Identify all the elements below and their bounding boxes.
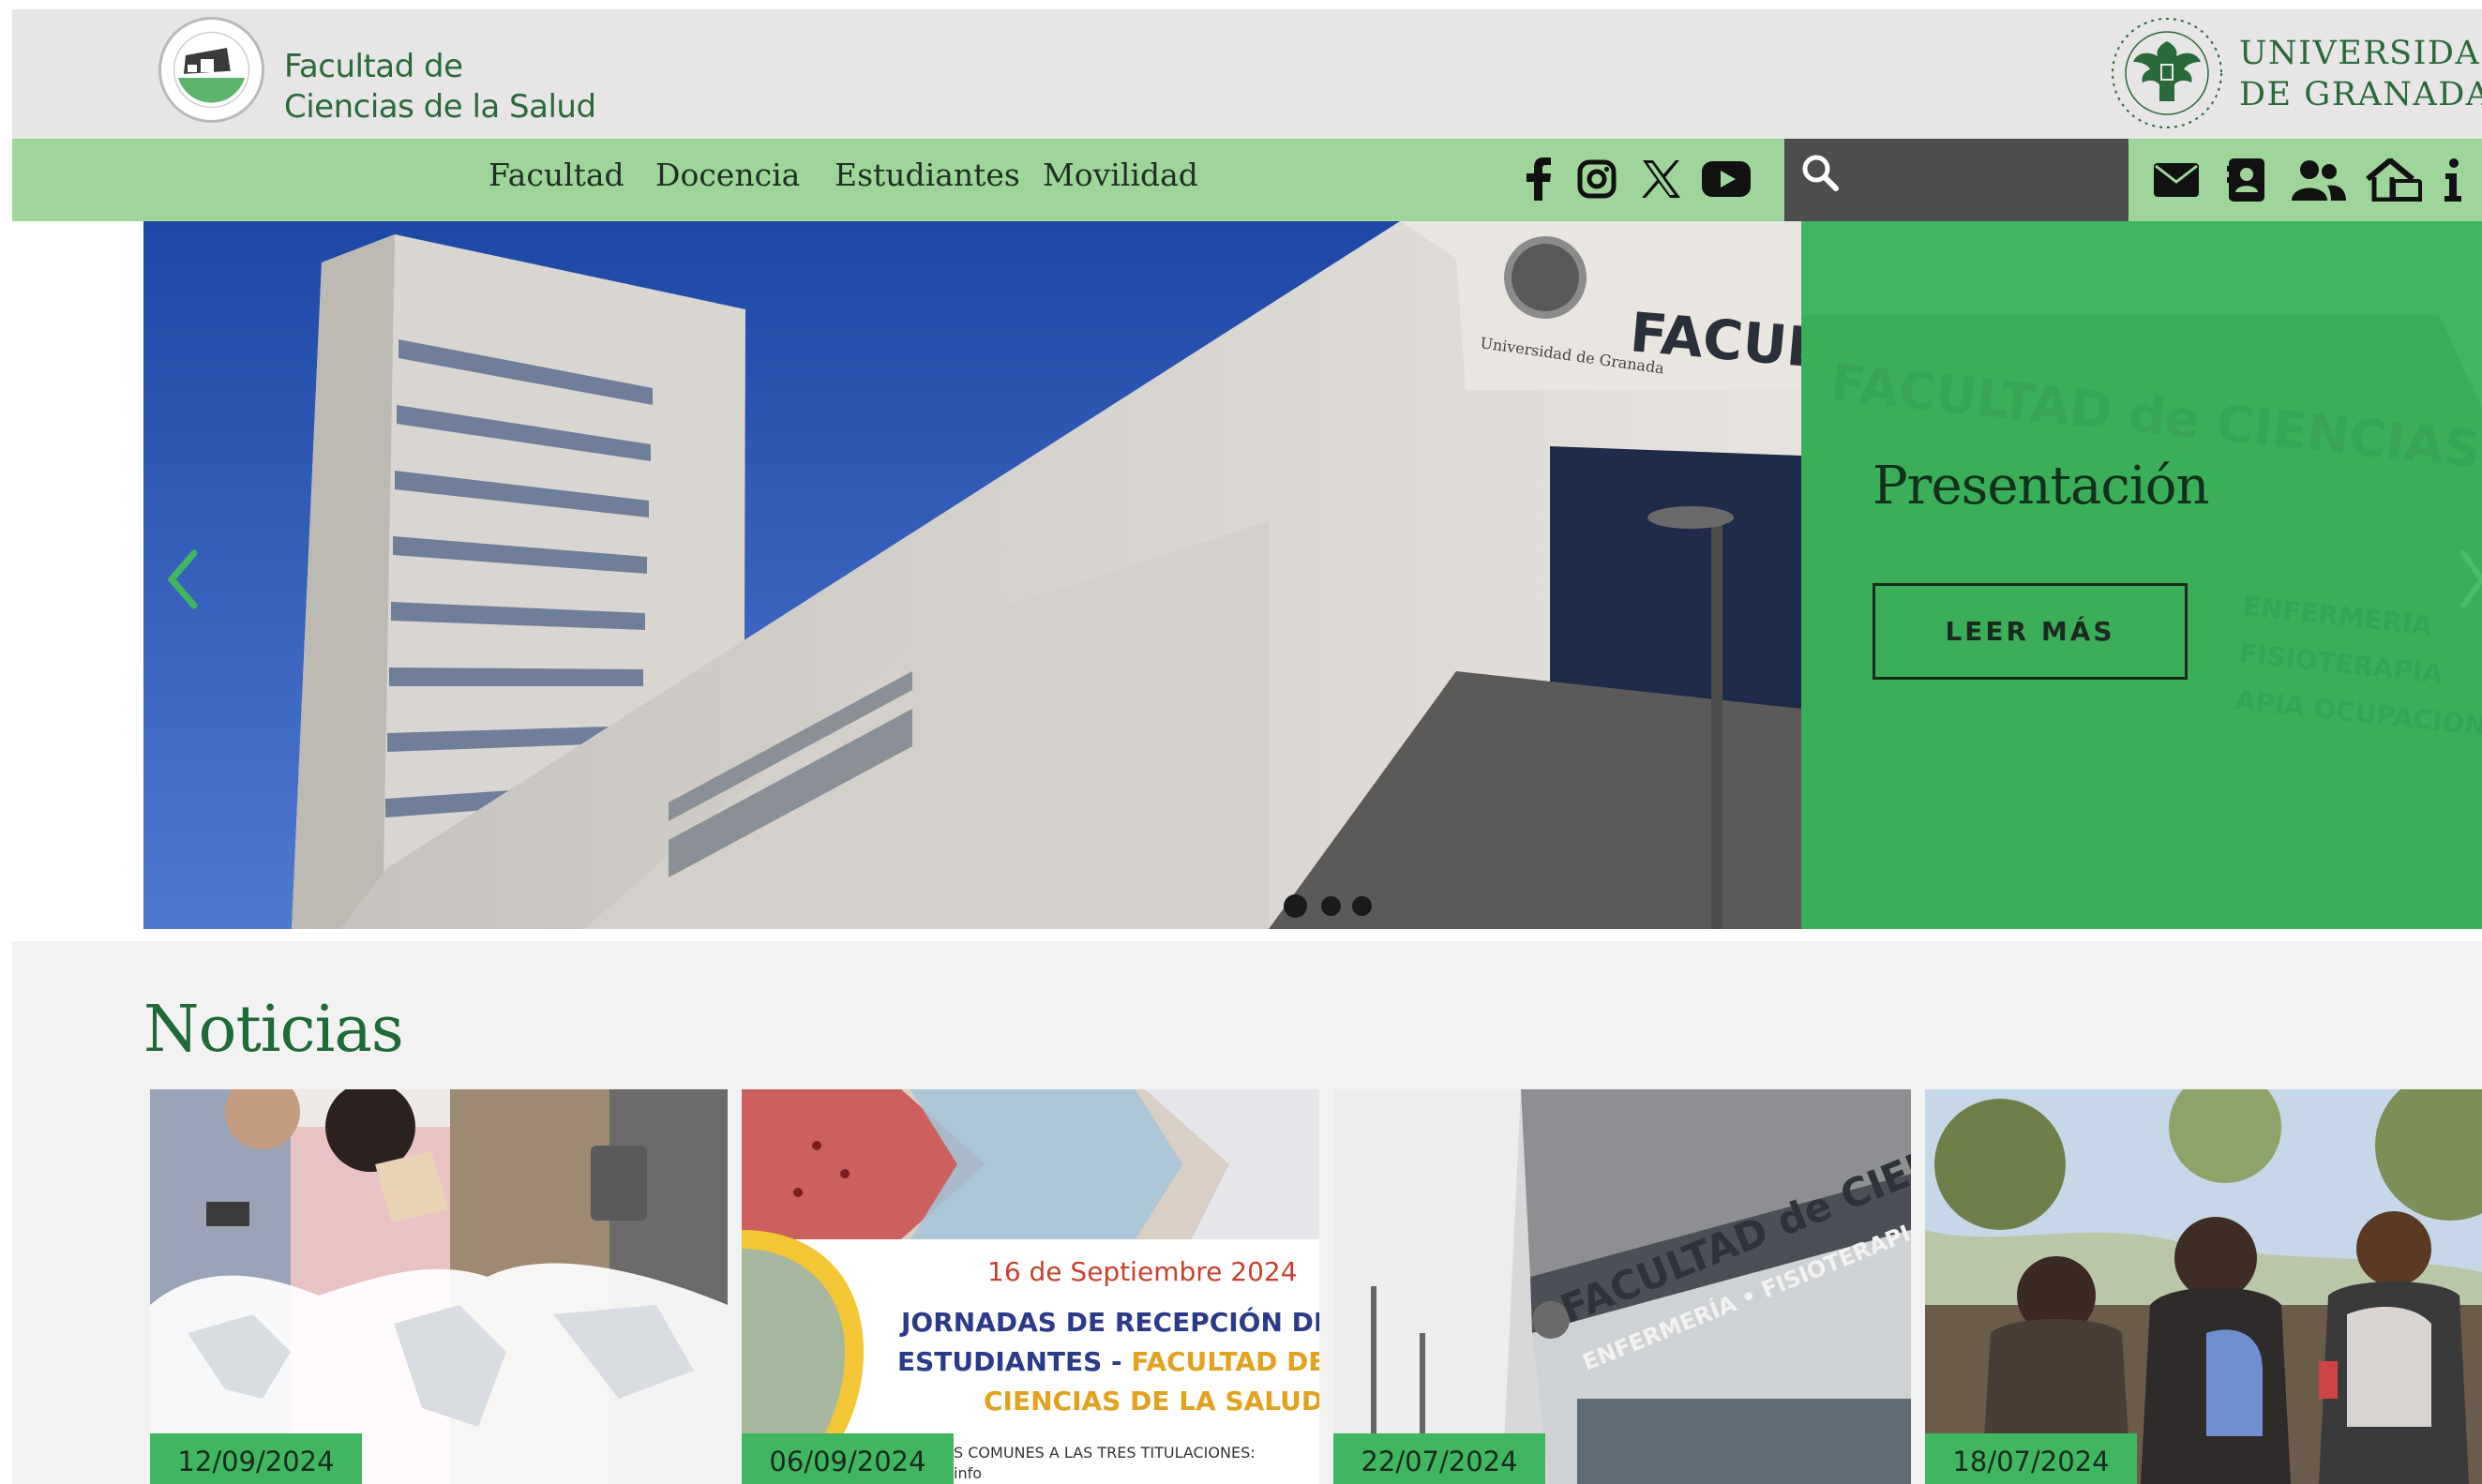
search-bar [1784,139,2129,221]
main-navigation: Facultad Docencia Estudiantes Movilidad [12,139,2482,221]
nav-item-movilidad[interactable]: Movilidad [1043,157,1198,193]
carousel-next-icon[interactable] [2444,542,2482,617]
hero-panel-backdrop: FACULTAD de CIENCIAS de la SALUD ENFERME… [1801,315,2482,929]
nav-item-estudiantes[interactable]: Estudiantes [835,157,1020,193]
poster-footer: S COMUNES A LAS TRES TITULACIONES: [954,1444,1256,1462]
news-section: Noticias 12/09/2024 16 de Septiembre 202… [12,941,2482,1484]
carousel-prev-icon[interactable] [157,542,213,617]
poster-title-line2a: ESTUDIANTES - [897,1346,1132,1377]
news-card-image [150,1089,728,1484]
carousel-dot-2[interactable] [1321,896,1341,916]
poster-date: 16 de Septiembre 2024 [987,1256,1298,1287]
faculty-name-line1: Facultad de [284,48,463,85]
faculty-name[interactable]: Facultad de Ciencias de la Salud [284,47,596,127]
university-seal-icon[interactable] [2109,15,2225,131]
faculty-name-line2: Ciencias de la Salud [284,88,596,126]
site-header: Facultad de Ciencias de la Salud UNIVERS… [12,9,2482,140]
directory-icon[interactable] [2220,152,2273,208]
poster-title-line2: ESTUDIANTES - FACULTAD DE [897,1346,1319,1377]
read-more-button[interactable]: LEER MÁS [1873,583,2188,680]
facebook-icon[interactable] [1517,156,1560,202]
carousel-dot-1[interactable] [1284,894,1307,918]
news-card-date: 06/09/2024 [742,1433,954,1484]
poster-title-line1: JORNADAS DE RECEPCIÓN DE [901,1307,1319,1338]
hero-photo: Universidad de Granada FACULTAD de CIENC… [143,221,1801,929]
news-card[interactable]: 16 de Septiembre 2024 JORNADAS DE RECEPC… [742,1089,1319,1484]
news-card-image: FACULTAD de CIENCIAS de ENFERMERÍA • FIS… [1333,1089,1911,1484]
poster-title-line3: CIENCIAS DE LA SALUD [984,1386,1319,1417]
nav-item-facultad[interactable]: Facultad [489,157,624,193]
search-input[interactable] [1852,152,2118,202]
carousel-dot-3[interactable] [1352,896,1372,916]
faculty-logo[interactable] [158,17,264,123]
news-card-date: 12/09/2024 [150,1433,362,1484]
news-card-image [1925,1089,2482,1484]
university-name-line2: DE GRANADA [2239,76,2482,113]
users-icon[interactable] [2288,152,2348,208]
info-icon[interactable] [2431,152,2474,208]
news-title: Noticias [143,993,404,1067]
home-office-icon[interactable] [2364,152,2424,208]
poster-footer-2: info [954,1464,983,1482]
search-icon[interactable] [1799,152,1843,195]
university-name-line1: UNIVERSIDAD [2239,35,2482,72]
news-card[interactable]: 12/09/2024 [150,1089,728,1484]
poster-title-line2b: FACULTAD DE [1131,1346,1319,1377]
mail-icon[interactable] [2150,152,2203,208]
nav-item-docencia[interactable]: Docencia [655,157,800,193]
news-card-date: 18/07/2024 [1925,1433,2137,1484]
hero-caption-panel: FACULTAD de CIENCIAS de la SALUD ENFERME… [1801,221,2482,929]
x-icon[interactable] [1639,156,1682,202]
page: Facultad de Ciencias de la Salud UNIVERS… [0,0,2482,1484]
news-card[interactable]: 18/07/2024 [1925,1089,2482,1484]
youtube-icon[interactable] [1700,156,1752,202]
university-name[interactable]: UNIVERSIDAD DE GRANADA [2239,33,2482,115]
news-card-date: 22/07/2024 [1333,1433,1545,1484]
hero-carousel: Universidad de Granada FACULTAD de CIENC… [143,221,2482,929]
instagram-icon[interactable] [1575,156,1618,202]
hero-title: Presentación [1873,456,2209,517]
news-card[interactable]: FACULTAD de CIENCIAS de ENFERMERÍA • FIS… [1333,1089,1911,1484]
